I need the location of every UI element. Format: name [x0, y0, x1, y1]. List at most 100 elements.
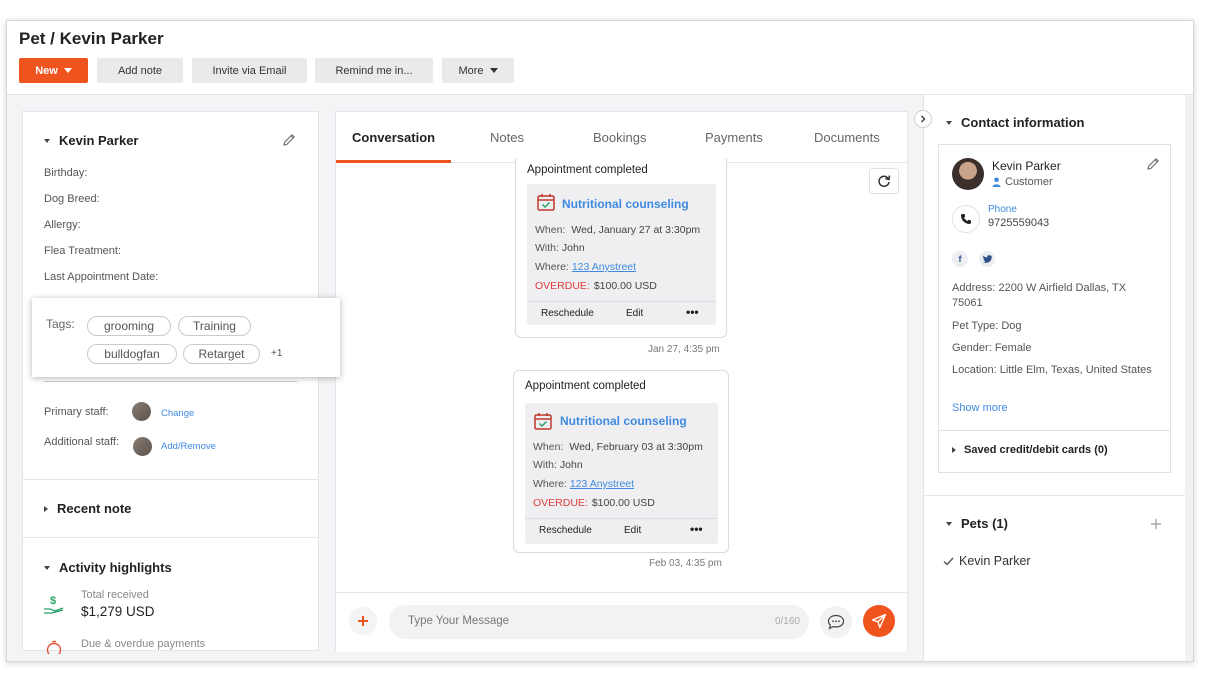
send-button[interactable]	[863, 605, 895, 637]
calendar-check-icon	[534, 413, 552, 430]
allergy-field: Allergy:	[44, 219, 81, 231]
pets-title: Pets (1)	[961, 516, 1008, 531]
money-hand-icon: $	[44, 595, 64, 614]
add-attachment-button[interactable]	[349, 607, 377, 635]
caret-down-icon	[44, 565, 50, 570]
phone-number[interactable]: 9725559043	[988, 217, 1049, 229]
total-received-label: Total received	[81, 589, 149, 601]
saved-cards-label: Saved credit/debit cards (0)	[964, 444, 1108, 456]
message-timestamp: Feb 03, 4:35 pm	[649, 558, 722, 569]
scrollbar[interactable]	[1185, 95, 1193, 661]
collapse-panel-button[interactable]	[914, 110, 932, 128]
edit-button[interactable]: Edit	[624, 525, 641, 536]
service-name[interactable]: Nutritional counseling	[562, 197, 689, 211]
edit-button[interactable]: Edit	[626, 308, 643, 319]
char-counter: 0/160	[774, 616, 800, 627]
tab-documents[interactable]: Documents	[814, 130, 880, 145]
contact-info-title: Contact information	[961, 115, 1085, 130]
location-row: Location: Little Elm, Texas, United Stat…	[952, 363, 1152, 378]
caret-down-icon	[946, 521, 952, 526]
pencil-icon[interactable]	[281, 132, 297, 148]
gender-label: Gender:	[952, 342, 992, 354]
twitter-icon[interactable]	[979, 251, 995, 267]
profile-toggle[interactable]: Kevin Parker	[44, 133, 139, 148]
remind-button[interactable]: Remind me in...	[315, 58, 433, 83]
invite-email-button[interactable]: Invite via Email	[192, 58, 307, 83]
tab-payments[interactable]: Payments	[705, 130, 763, 145]
total-received-value: $1,279 USD	[81, 604, 155, 619]
add-remove-staff-link[interactable]: Add/Remove	[161, 441, 216, 452]
reschedule-button[interactable]: Reschedule	[541, 308, 594, 319]
amount-value: $100.00 USD	[593, 280, 657, 292]
caret-down-icon	[946, 120, 952, 125]
with-label: With:	[535, 242, 559, 254]
page-header: Pet / Kevin Parker New Add note Invite v…	[7, 21, 1193, 95]
appointment-details: Nutritional counseling When: Wed, Februar…	[525, 403, 718, 544]
phone-glyph	[961, 214, 971, 224]
profile-name: Kevin Parker	[59, 133, 139, 148]
additional-staff-avatar	[133, 437, 152, 456]
caret-down-icon	[44, 138, 50, 143]
divider	[527, 301, 716, 302]
change-staff-link[interactable]: Change	[161, 408, 194, 419]
refresh-icon	[878, 175, 891, 188]
overdue-row: OVERDUE: $100.00 USD	[535, 280, 657, 292]
plus-icon[interactable]	[1150, 518, 1162, 530]
tab-bookings[interactable]: Bookings	[593, 130, 646, 145]
where-link[interactable]: 123 Anystreet	[570, 478, 634, 490]
conversation-panel: Conversation Notes Bookings Payments Doc…	[335, 111, 908, 652]
pet-list-item[interactable]: Kevin Parker	[943, 554, 1031, 568]
contact-role-label: Customer	[1005, 176, 1053, 188]
service-name[interactable]: Nutritional counseling	[560, 414, 687, 428]
recent-note-toggle[interactable]: Recent note	[44, 501, 131, 516]
tab-conversation[interactable]: Conversation	[352, 130, 435, 145]
primary-staff-avatar	[132, 402, 151, 421]
reschedule-button[interactable]: Reschedule	[539, 525, 592, 536]
recent-note-title: Recent note	[57, 501, 132, 516]
message-timestamp: Jan 27, 4:35 pm	[648, 344, 720, 355]
appointment-card: Appointment completed Nutritional counse…	[513, 370, 729, 553]
contact-name: Kevin Parker	[992, 159, 1061, 173]
pets-toggle[interactable]: Pets (1)	[946, 516, 1008, 531]
app-window: Pet / Kevin Parker New Add note Invite v…	[6, 20, 1194, 662]
with-label: With:	[533, 459, 557, 471]
where-link[interactable]: 123 Anystreet	[572, 261, 636, 273]
tags-more-count[interactable]: +1	[271, 348, 282, 359]
when-label: When:	[533, 441, 564, 453]
more-options-icon[interactable]: •••	[686, 305, 699, 319]
flea-treatment-field: Flea Treatment:	[44, 245, 122, 257]
divider	[939, 430, 1170, 431]
last-appointment-field: Last Appointment Date:	[44, 271, 159, 283]
templates-button[interactable]	[820, 606, 852, 638]
where-label: Where:	[535, 261, 569, 273]
where-row: Where: 123 Anystreet	[535, 261, 636, 273]
add-note-button[interactable]: Add note	[97, 58, 183, 83]
active-tab-indicator	[336, 160, 451, 163]
where-label: Where:	[533, 478, 567, 490]
saved-cards-toggle[interactable]: Saved credit/debit cards (0)	[952, 444, 1108, 456]
tag-chip[interactable]: Retarget	[183, 344, 260, 364]
tab-notes[interactable]: Notes	[490, 130, 524, 145]
activity-toggle[interactable]: Activity highlights	[44, 560, 172, 575]
contact-info-toggle[interactable]: Contact information	[946, 115, 1085, 130]
new-button[interactable]: New	[19, 58, 88, 83]
tag-chip[interactable]: Training	[178, 316, 251, 336]
message-placeholder: Type Your Message	[408, 615, 510, 627]
tag-chip[interactable]: grooming	[87, 316, 171, 336]
address-row: Address: 2200 W Airfield Dallas, TX 7506…	[952, 281, 1152, 311]
new-button-label: New	[35, 64, 58, 77]
message-input[interactable]: Type Your Message 0/160	[389, 605, 809, 639]
pencil-icon[interactable]	[1145, 156, 1161, 172]
chat-bubble-icon	[827, 614, 845, 630]
overdue-row: OVERDUE: $100.00 USD	[533, 497, 655, 509]
more-options-icon[interactable]: •••	[690, 522, 703, 536]
appointment-heading: Appointment completed	[527, 164, 648, 176]
divider	[23, 537, 318, 538]
with-value: John	[561, 242, 585, 254]
refresh-button[interactable]	[869, 168, 899, 194]
more-button[interactable]: More	[442, 58, 514, 83]
tag-chip[interactable]: bulldogfan	[87, 344, 177, 364]
facebook-icon[interactable]: f	[952, 251, 968, 267]
show-more-link[interactable]: Show more	[952, 401, 1008, 416]
phone-icon[interactable]	[952, 205, 980, 233]
